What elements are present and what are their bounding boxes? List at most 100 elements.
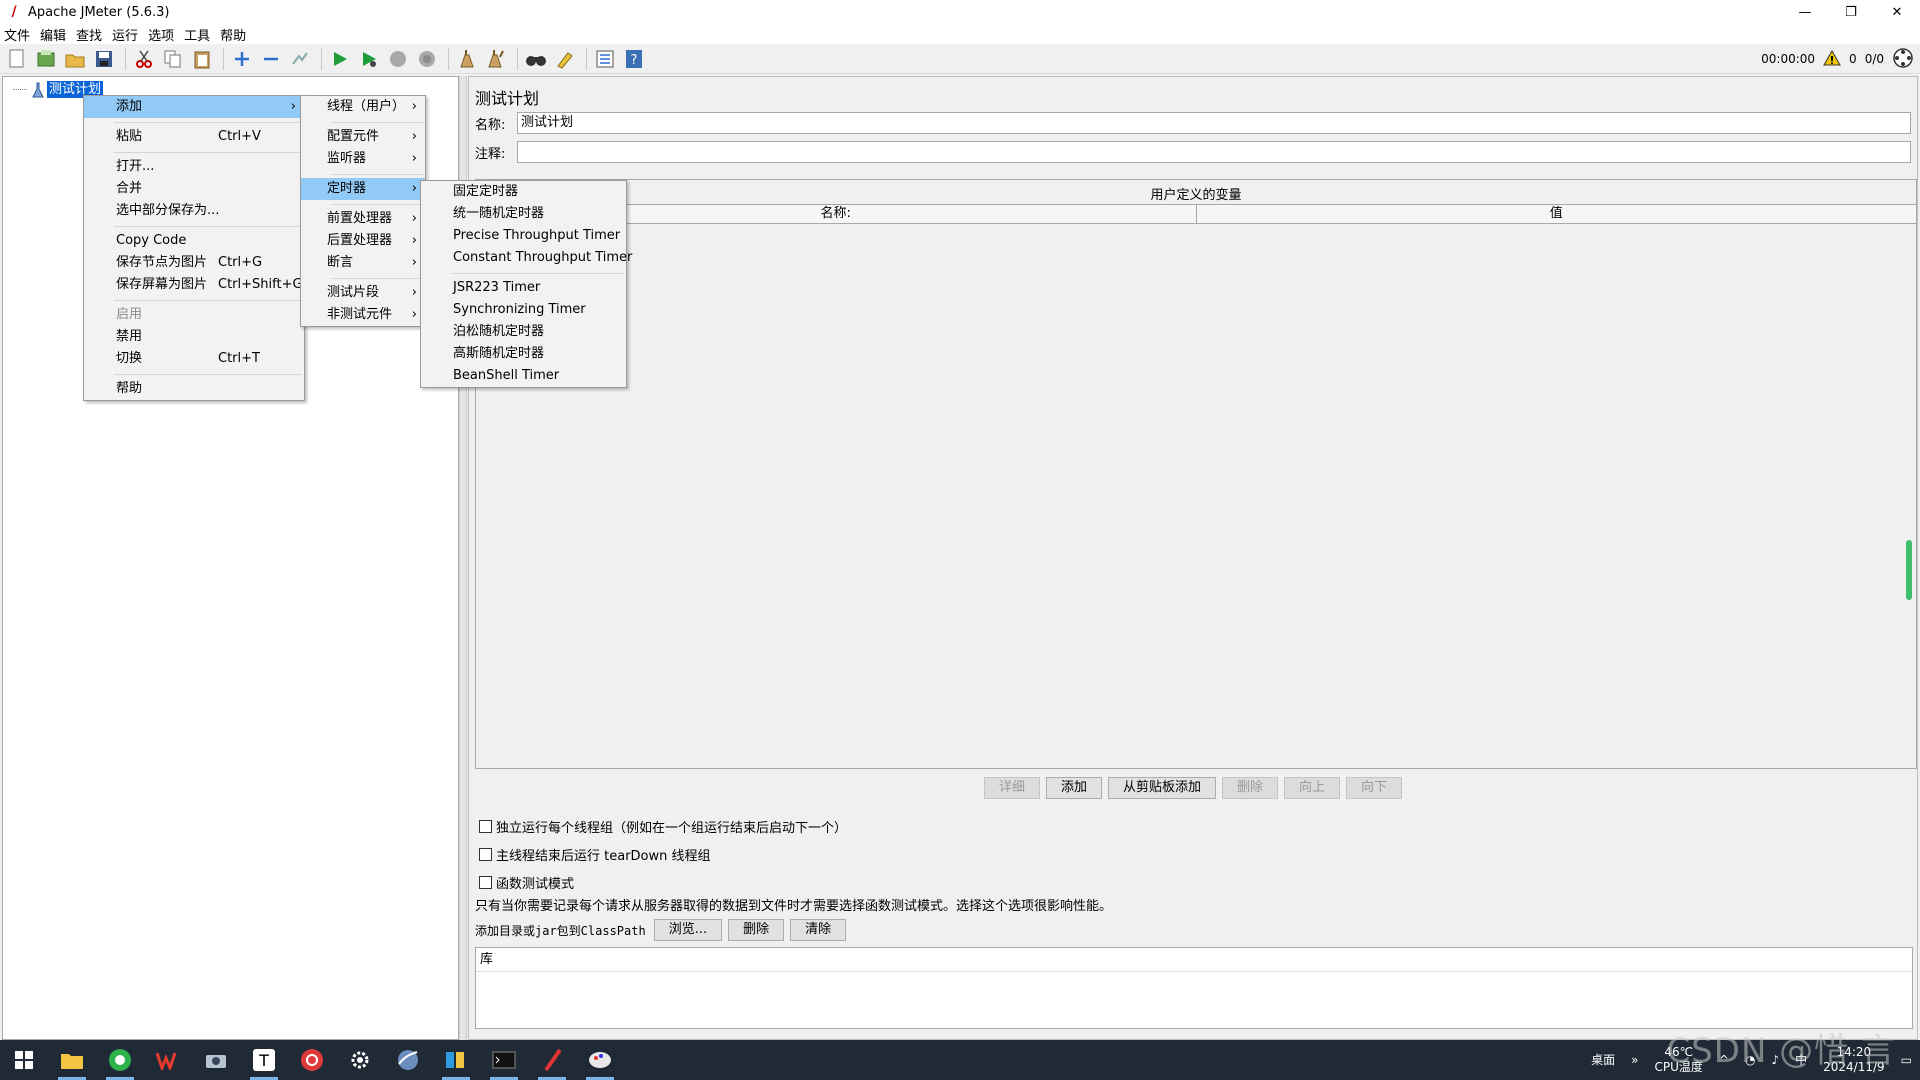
copy-icon[interactable] [160, 46, 186, 72]
move-up-button[interactable]: 向上 [1284, 777, 1341, 799]
shutdown-icon[interactable] [414, 46, 440, 72]
delete-button[interactable]: 删除 [1222, 777, 1279, 799]
teardown-checkbox[interactable] [479, 848, 492, 861]
menu-item-非测试元件[interactable]: 非测试元件 › [301, 304, 425, 326]
function-helper-icon[interactable] [592, 46, 618, 72]
collapse-all-icon[interactable] [258, 46, 284, 72]
templates-icon[interactable] [33, 46, 59, 72]
add-from-clipboard-button[interactable]: 从剪贴板添加 [1107, 777, 1216, 799]
menu-item-constant-throughput-timer[interactable]: Constant Throughput Timer [421, 247, 632, 269]
menu-tools[interactable]: 工具 [180, 25, 214, 44]
start-button[interactable] [0, 1040, 48, 1080]
move-down-button[interactable]: 向下 [1346, 777, 1403, 799]
settings-icon[interactable] [336, 1040, 384, 1080]
menu-help[interactable]: 帮助 [216, 25, 250, 44]
paint-app-icon[interactable] [576, 1040, 624, 1080]
teardown-row[interactable]: 主线程结束后运行 tearDown 线程组 [479, 845, 711, 864]
paste-icon[interactable] [189, 46, 215, 72]
menu-item-保存屏幕为图片[interactable]: 保存屏幕为图片 Ctrl+Shift+G [84, 274, 304, 296]
jmeter-taskbar-icon[interactable] [528, 1040, 576, 1080]
serialize-threadgroups-checkbox[interactable] [479, 820, 492, 833]
menu-item-beanshell-timer[interactable]: BeanShell Timer [421, 365, 626, 387]
menu-file[interactable]: 文件 [0, 25, 34, 44]
reset-search-icon[interactable] [552, 46, 578, 72]
menu-item-断言[interactable]: 断言 › [301, 252, 425, 274]
menu-item-监听器[interactable]: 监听器 › [301, 148, 425, 170]
stop-icon[interactable] [385, 46, 411, 72]
start-no-pauses-icon[interactable] [356, 46, 382, 72]
toggle-icon[interactable] [287, 46, 313, 72]
menu-run[interactable]: 运行 [108, 25, 142, 44]
detail-button[interactable]: 详细 [983, 777, 1040, 799]
search-icon[interactable] [523, 46, 549, 72]
menu-item-前置处理器[interactable]: 前置处理器 › [301, 208, 425, 230]
menu-item-高斯随机定时器[interactable]: 高斯随机定时器 [421, 343, 626, 365]
file-explorer-icon[interactable] [48, 1040, 96, 1080]
close-button[interactable]: ✕ [1874, 0, 1920, 24]
menu-item-保存节点为图片[interactable]: 保存节点为图片 Ctrl+G [84, 252, 304, 274]
clear-icon[interactable] [454, 46, 480, 72]
menu-options[interactable]: 选项 [144, 25, 178, 44]
menu-item-帮助[interactable]: 帮助 [84, 378, 304, 400]
menu-item-添加[interactable]: 添加 › [84, 96, 304, 118]
desktop-toolbar[interactable]: 桌面 [1583, 1053, 1623, 1068]
menu-item-统一随机定时器[interactable]: 统一随机定时器 [421, 203, 626, 225]
comment-input[interactable] [517, 141, 1911, 163]
open-icon[interactable] [62, 46, 88, 72]
menu-item-启用[interactable]: 启用 [84, 304, 304, 326]
column-value-header[interactable]: 值 [1195, 205, 1917, 223]
cut-icon[interactable] [131, 46, 157, 72]
netease-music-icon[interactable] [288, 1040, 336, 1080]
menu-item-copy-code[interactable]: Copy Code [84, 230, 304, 252]
library-list[interactable]: 库 [475, 947, 1913, 1029]
variables-table[interactable]: 名称: 值 [476, 204, 1916, 768]
menu-item-后置处理器[interactable]: 后置处理器 › [301, 230, 425, 252]
browse-button[interactable]: 浏览... [653, 919, 723, 941]
menu-item-打开[interactable]: 打开... [84, 156, 304, 178]
classpath-delete-button[interactable]: 删除 [728, 919, 785, 941]
menu-item-synchronizing-timer[interactable]: Synchronizing Timer [421, 299, 626, 321]
menu-item-测试片段[interactable]: 测试片段 › [301, 282, 425, 304]
menu-item-precise-throughput-timer[interactable]: Precise Throughput Timer [421, 225, 626, 247]
camera-icon[interactable] [192, 1040, 240, 1080]
restore-button[interactable]: ❐ [1828, 0, 1874, 24]
menu-item-切换[interactable]: 切换 Ctrl+T [84, 348, 304, 370]
name-label: 名称: [475, 117, 506, 133]
menu-item-泊松随机定时器[interactable]: 泊松随机定时器 [421, 321, 626, 343]
menu-item-选中部分保存为[interactable]: 选中部分保存为... [84, 200, 304, 222]
classpath-clear-button[interactable]: 清除 [790, 919, 847, 941]
menu-item-固定定时器[interactable]: 固定定时器 [421, 181, 626, 203]
menu-item-定时器[interactable]: 定时器 › [301, 178, 425, 200]
start-icon[interactable] [327, 46, 353, 72]
library-app-icon[interactable] [432, 1040, 480, 1080]
wps-icon[interactable] [144, 1040, 192, 1080]
add-button[interactable]: 添加 [1045, 777, 1102, 799]
menu-item-禁用[interactable]: 禁用 [84, 326, 304, 348]
help-icon[interactable]: ? [621, 46, 647, 72]
menu-item-配置元件[interactable]: 配置元件 › [301, 126, 425, 148]
expand-all-icon[interactable] [229, 46, 255, 72]
menu-search[interactable]: 查找 [72, 25, 106, 44]
serialize-threadgroups-row[interactable]: 独立运行每个线程组（例如在一个组运行结束后启动下一个） [479, 817, 847, 836]
menu-item-线程-用户[interactable]: 线程（用户） › [301, 96, 425, 118]
functional-mode-row[interactable]: 函数测试模式 [479, 873, 574, 892]
scroll-indicator[interactable] [1906, 540, 1912, 600]
notification-icon[interactable]: ▭ [1893, 1053, 1920, 1068]
menu-item-jsr223-timer[interactable]: JSR223 Timer [421, 277, 626, 299]
clear-all-icon[interactable] [483, 46, 509, 72]
functional-mode-checkbox[interactable] [479, 876, 492, 889]
browser-icon[interactable] [96, 1040, 144, 1080]
expand-toolbar-icon[interactable]: » [1623, 1053, 1646, 1068]
typora-icon[interactable]: T [240, 1040, 288, 1080]
menu-item-粘贴[interactable]: 粘贴 Ctrl+V [84, 126, 304, 148]
functional-mode-note: 只有当你需要记录每个请求从服务器取得的数据到文件时才需要选择函数测试模式。选择这… [475, 899, 1113, 914]
save-icon[interactable] [91, 46, 117, 72]
terminal-icon[interactable] [480, 1040, 528, 1080]
name-input[interactable]: 测试计划 [517, 112, 1911, 134]
menu-edit[interactable]: 编辑 [36, 25, 70, 44]
minimize-button[interactable]: — [1782, 0, 1828, 24]
warning-icon[interactable] [1823, 49, 1841, 69]
new-icon[interactable] [4, 46, 30, 72]
browser-alt-icon[interactable] [384, 1040, 432, 1080]
menu-item-合并[interactable]: 合并 [84, 178, 304, 200]
